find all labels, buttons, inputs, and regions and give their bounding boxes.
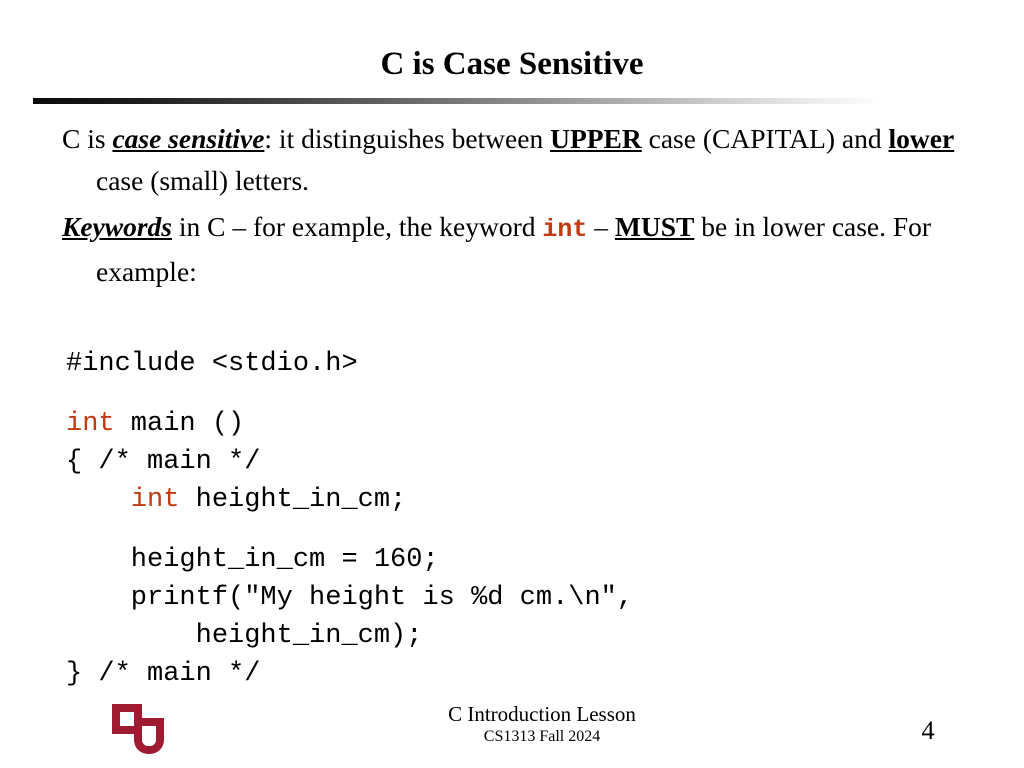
- bullet-case-sensitive-seg-3: UPPER: [550, 123, 642, 154]
- bullet-case-sensitive-seg-4: case (CAPITAL) and: [641, 123, 889, 154]
- code-var-decl-token-1: int: [130, 485, 180, 515]
- footer-course: CS1313 Fall 2024: [483, 728, 601, 745]
- code-assign: height_in_cm = 160;: [66, 541, 633, 579]
- footer: C Introduction Lesson CS1313 Fall 2024: [312, 702, 772, 747]
- ou-logo: [108, 700, 170, 758]
- bullet-case-sensitive: C is case sensitive: it distinguishes be…: [62, 118, 962, 202]
- slide-number: 4: [921, 716, 935, 745]
- bullet-keywords-seg-3: –: [587, 211, 615, 242]
- bullet-case-sensitive-seg-0: C is: [62, 123, 113, 154]
- code-printf-arg-token-0: height_in_cm);: [66, 621, 423, 651]
- bullet-keywords-seg-2: int: [542, 215, 588, 244]
- code-blank-1: [66, 383, 633, 405]
- code-printf-arg: height_in_cm);: [66, 617, 633, 655]
- bullet-case-sensitive-seg-5: lower: [888, 123, 955, 154]
- code-printf-token-0: printf("My height is %d cm.\n",: [66, 583, 634, 613]
- footer-lesson: C Introduction Lesson: [448, 702, 636, 726]
- bullet-keywords: Keywords in C – for example, the keyword…: [62, 206, 962, 293]
- body-content: C is case sensitive: it distinguishes be…: [62, 118, 962, 293]
- code-assign-token-0: height_in_cm = 160;: [66, 545, 439, 575]
- code-include-token-0: #include <stdio.h>: [66, 349, 358, 379]
- bullet-case-sensitive-seg-1: case sensitive: [112, 123, 265, 154]
- code-var-decl-token-2: height_in_cm;: [179, 485, 407, 515]
- bullet-case-sensitive-seg-6: case (small) letters.: [96, 165, 310, 196]
- slide: C is Case Sensitive C is case sensitive:…: [0, 0, 1024, 768]
- code-var-decl-token-0: [66, 485, 131, 515]
- code-blank-2: [66, 519, 633, 541]
- title-area: C is Case Sensitive: [0, 46, 1024, 82]
- code-printf: printf("My height is %d cm.\n",: [66, 579, 633, 617]
- code-main-decl-token-0: int: [66, 409, 115, 439]
- code-open-brace-token-0: { /* main */: [66, 447, 261, 477]
- code-main-decl-token-1: main (): [114, 409, 245, 439]
- bullet-keywords-seg-1: in C – for example, the keyword: [172, 211, 543, 242]
- code-var-decl: int height_in_cm;: [66, 481, 633, 519]
- code-include: #include <stdio.h>: [66, 345, 633, 383]
- bullet-keywords-seg-0: Keywords: [62, 211, 172, 242]
- code-close-brace-token-0: } /* main */: [66, 659, 261, 689]
- code-open-brace: { /* main */: [66, 443, 633, 481]
- bullet-case-sensitive-seg-2: : it distinguishes between: [264, 123, 551, 154]
- code-block: #include <stdio.h> int main () { /* main *…: [66, 345, 633, 693]
- title-divider: [33, 98, 882, 104]
- code-main-decl: int main (): [66, 405, 633, 443]
- page-title: C is Case Sensitive: [380, 46, 644, 82]
- bullet-keywords-seg-4: MUST: [614, 211, 695, 242]
- code-close-brace: } /* main */: [66, 655, 633, 693]
